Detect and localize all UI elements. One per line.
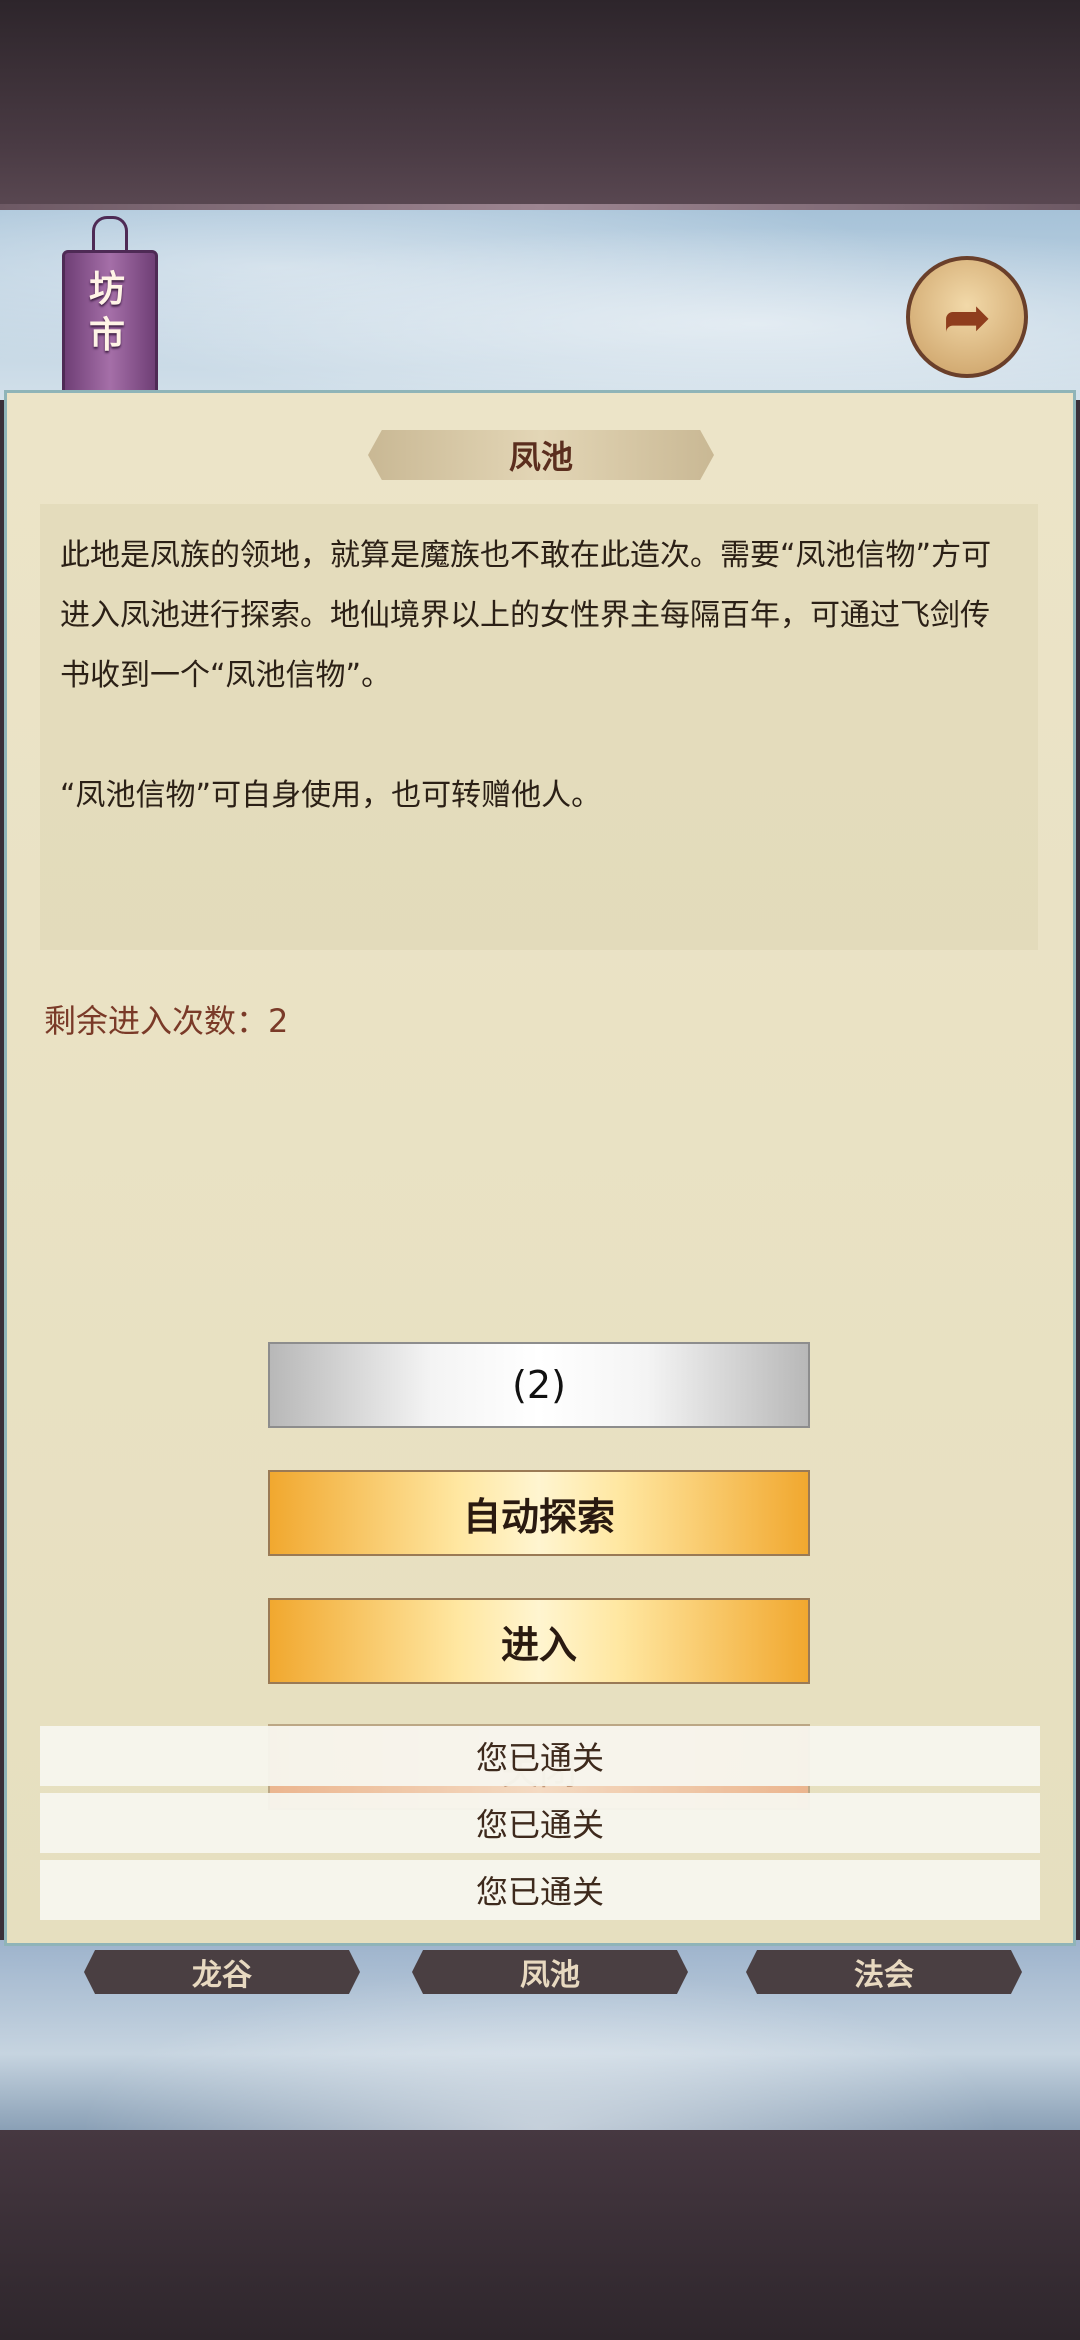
description-box: 此地是凤族的领地，就算是魔族也不敢在此造次。需要“凤池信物”方可进入凤池进行探索… <box>40 504 1038 950</box>
item-count-button[interactable]: (2) <box>268 1342 810 1428</box>
back-arrow-icon: ➦ <box>942 283 992 351</box>
tab-dharma-assembly[interactable]: 法会 <box>746 1950 1022 1994</box>
panel-title: 凤池 <box>368 430 714 480</box>
tab-phoenix-pool[interactable]: 凤池 <box>412 1950 688 1994</box>
auto-explore-button[interactable]: 自动探索 <box>268 1470 810 1556</box>
toast-message: 您已通关 <box>40 1860 1040 1920</box>
description-note: “凤池信物”可自身使用，也可转赠他人。 <box>60 778 602 813</box>
bottom-tab-bar: 龙谷 凤池 法会 <box>0 1940 1080 2130</box>
bottom-frame <box>0 2130 1080 2340</box>
top-frame <box>0 0 1080 210</box>
market-banner[interactable]: 坊 市 <box>48 210 166 406</box>
toast-message: 您已通关 <box>40 1793 1040 1853</box>
banner-label: 坊 市 <box>88 268 125 356</box>
tab-dragon-valley[interactable]: 龙谷 <box>84 1950 360 1994</box>
back-button[interactable]: ➦ <box>906 256 1028 378</box>
toast-message: 您已通关 <box>40 1726 1040 1786</box>
remaining-entries: 剩余进入次数：2 <box>44 1002 289 1040</box>
description-text: 此地是凤族的领地，就算是魔族也不敢在此造次。需要“凤池信物”方可进入凤池进行探索… <box>60 538 992 693</box>
enter-button[interactable]: 进入 <box>268 1598 810 1684</box>
